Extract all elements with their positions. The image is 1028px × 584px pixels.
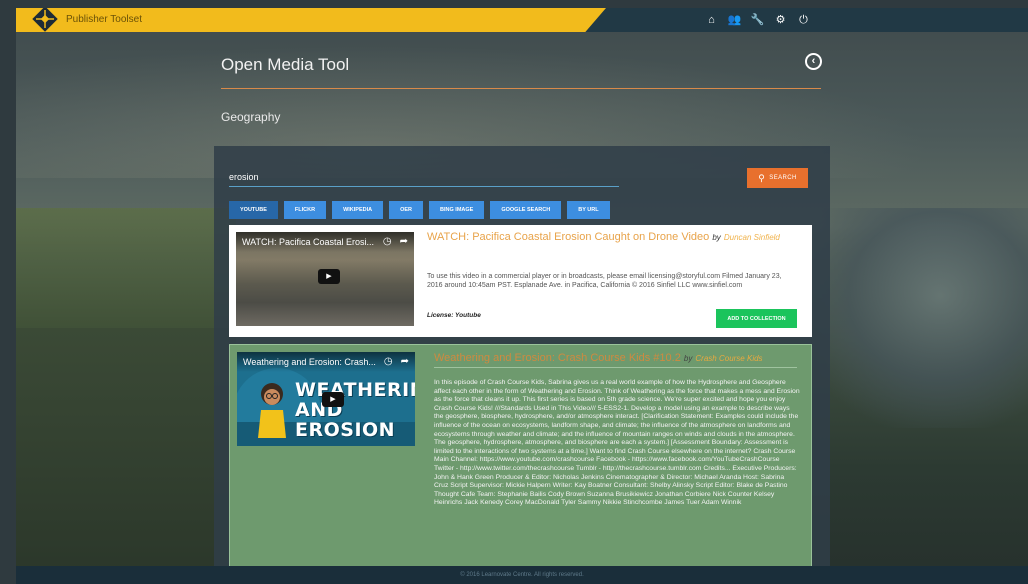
video-thumbnail[interactable]: WATCH: Pacifica Coastal Erosi... ◷ ➦ ▶ [236, 232, 414, 326]
tab-flickr[interactable]: FLICKR [283, 201, 327, 219]
tab-bing-image[interactable]: BING IMAGE [429, 201, 485, 219]
title-divider [434, 367, 797, 368]
page-title: Open Media Tool [221, 55, 350, 74]
result-card: WEATHERING AND EROSION Weathering and Er… [229, 344, 812, 576]
by-label: by [683, 354, 693, 363]
search-button[interactable]: ⚲ SEARCH [747, 168, 808, 188]
by-label: by [712, 233, 721, 242]
thumbnail-text: WEATHERING AND EROSION [295, 379, 415, 441]
background-sea [796, 208, 1028, 428]
search-panel: ⚲ SEARCH YOUTUBE FLICKR WIKIPEDIA OER BI… [214, 146, 830, 584]
top-nav: ⌂ 👥 🔧 ⚙ ⏻ [700, 12, 815, 28]
background-cliff-lower [16, 328, 236, 578]
play-icon[interactable]: ▶ [318, 269, 340, 284]
search-button-label: SEARCH [769, 175, 797, 181]
video-overlay-icons: ◷ ➦ [384, 356, 409, 367]
result-title-text[interactable]: Weathering and Erosion: Crash Course Kid… [434, 352, 681, 364]
home-icon[interactable]: ⌂ [700, 12, 723, 28]
result-description: To use this video in a commercial player… [427, 273, 782, 289]
result-title[interactable]: Weathering and Erosion: Crash Course Kid… [434, 352, 804, 365]
tab-youtube[interactable]: YOUTUBE [229, 201, 278, 219]
add-to-collection-button[interactable]: ADD TO COLLECTION [716, 309, 797, 328]
video-thumbnail[interactable]: WEATHERING AND EROSION Weathering and Er… [237, 352, 415, 446]
brand-name: Publisher Toolset [66, 14, 142, 25]
page: Publisher Toolset ⌂ 👥 🔧 ⚙ ⏻ Open Media T… [16, 8, 1028, 584]
app-logo-icon[interactable] [30, 8, 60, 36]
result-title-text[interactable]: WATCH: Pacifica Coastal Erosion Caught o… [427, 231, 709, 243]
page-subtitle: Geography [221, 110, 281, 124]
gear-icon[interactable]: ⚙ [769, 12, 792, 28]
top-bar: Publisher Toolset ⌂ 👥 🔧 ⚙ ⏻ [16, 8, 1028, 32]
video-overlay-icons: ◷ ➦ [383, 236, 408, 247]
cartoon-host-image [258, 383, 286, 438]
tab-by-url[interactable]: BY URL [567, 201, 610, 219]
power-icon[interactable]: ⏻ [792, 12, 815, 28]
tab-google-search[interactable]: GOOGLE SEARCH [490, 201, 562, 219]
title-divider [221, 88, 821, 89]
background-cliff [16, 208, 236, 338]
result-license: License: Youtube [427, 312, 481, 319]
source-tabs: YOUTUBE FLICKR WIKIPEDIA OER BING IMAGE … [229, 201, 610, 219]
search-icon: ⚲ [758, 172, 766, 183]
tab-wikipedia[interactable]: WIKIPEDIA [332, 201, 384, 219]
search-input[interactable] [229, 168, 619, 187]
users-icon[interactable]: 👥 [723, 12, 746, 28]
back-icon[interactable]: ‹ [805, 53, 822, 70]
tab-oer[interactable]: OER [389, 201, 424, 219]
share-icon[interactable]: ➦ [400, 236, 408, 247]
footer: © 2016 Learnovate Centre. All rights res… [16, 566, 1028, 584]
result-card: WATCH: Pacifica Coastal Erosi... ◷ ➦ ▶ W… [229, 225, 812, 337]
clock-icon[interactable]: ◷ [384, 356, 393, 367]
result-title[interactable]: WATCH: Pacifica Coastal Erosion Caught o… [427, 231, 797, 244]
clock-icon[interactable]: ◷ [383, 236, 392, 247]
share-icon[interactable]: ➦ [401, 356, 409, 367]
result-description: In this episode of Crash Course Kids, Sa… [434, 379, 800, 507]
result-author[interactable]: Crash Course Kids [695, 354, 762, 363]
play-icon[interactable]: ▶ [322, 392, 344, 407]
wrench-icon[interactable]: 🔧 [746, 12, 769, 28]
result-author[interactable]: Duncan Sinfield [724, 233, 780, 242]
